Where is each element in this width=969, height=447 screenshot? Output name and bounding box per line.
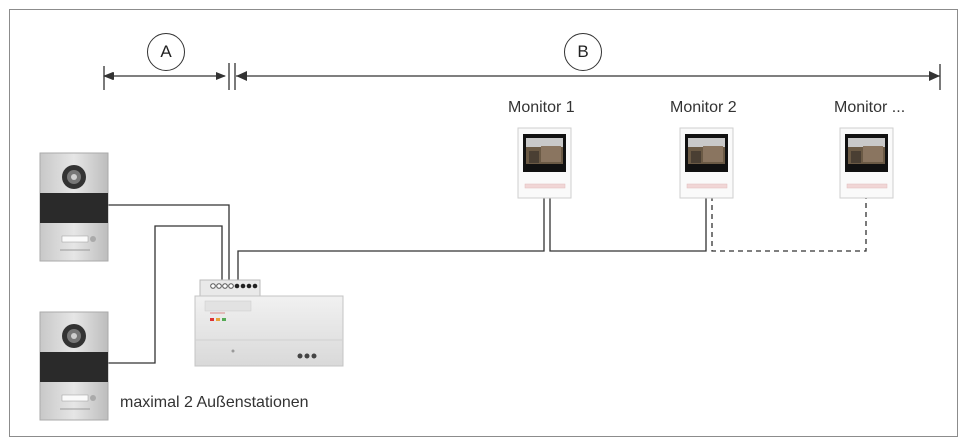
range-a-label: A — [147, 33, 185, 71]
monitor-1-label: Monitor 1 — [508, 99, 575, 116]
caption-outdoor-stations: maximal 2 Außenstationen — [120, 394, 309, 411]
range-b-label: B — [564, 33, 602, 71]
monitor-n — [839, 127, 894, 199]
monitor-2-label: Monitor 2 — [670, 99, 737, 116]
outdoor-station-2 — [39, 311, 109, 421]
power-supply-unit — [194, 279, 344, 367]
monitor-n-label: Monitor ... — [834, 99, 906, 116]
wiring-diagram — [39, 63, 941, 421]
outdoor-station-1 — [39, 152, 109, 262]
monitor-2 — [679, 127, 734, 199]
monitor-1 — [517, 127, 572, 199]
